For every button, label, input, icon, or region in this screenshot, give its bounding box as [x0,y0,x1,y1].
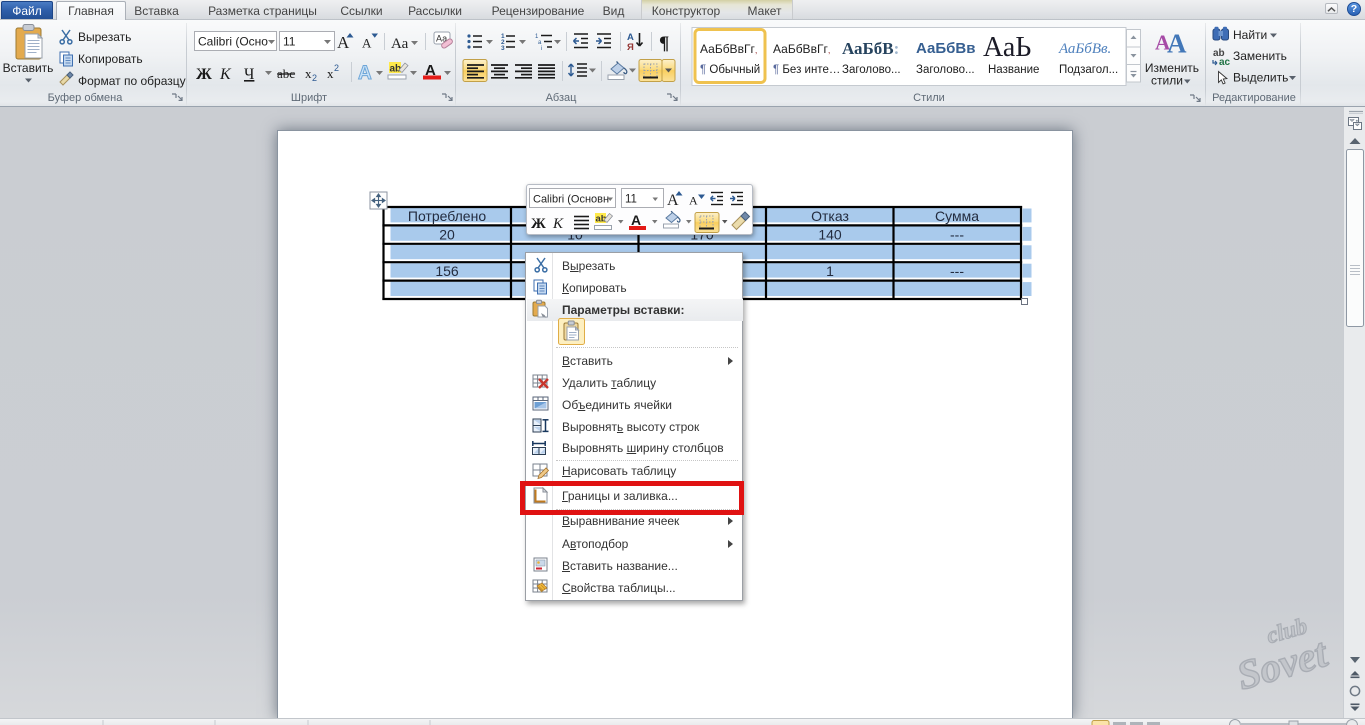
svg-text:156: 156 [435,263,459,279]
svg-text:¶ Без инте…: ¶ Без инте… [773,64,840,76]
svg-text:11: 11 [625,194,637,206]
svg-text:АаБбВв: АаБбВв [916,40,975,57]
svg-text:Заголово...: Заголово... [916,64,975,76]
svg-text:Сумма: Сумма [935,208,979,224]
svg-text:АаБбВ:: АаБбВ: [842,39,899,58]
svg-text:Формат по образцу: Формат по образцу [78,74,186,88]
svg-text:---: --- [950,263,964,279]
svg-text:Ж: Ж [196,66,212,83]
svg-text:Найти: Найти [1233,28,1267,42]
svg-text:Calibri (Осно: Calibri (Осно [198,35,268,49]
svg-text:¶: ¶ [659,33,669,54]
svg-text:2: 2 [334,63,339,73]
svg-text:АаБбВвГг,: АаБбВвГг, [773,42,830,56]
svg-text:А: А [631,212,641,228]
svg-text:¶ Обычный: ¶ Обычный [700,64,760,76]
svg-text:Потреблено: Потреблено [408,208,486,224]
svg-text:x: x [327,66,334,81]
svg-text:Заголово...: Заголово... [842,64,901,76]
svg-text:Sovet: Sovet [1232,629,1334,697]
svg-text:Отказ: Отказ [811,208,849,224]
svg-text:Вырезать: Вырезать [78,30,131,44]
svg-text:11: 11 [283,35,296,49]
svg-text:ac: ac [1219,57,1231,68]
svg-text:А: А [358,63,372,84]
svg-text:Заменить: Заменить [1233,49,1287,63]
svg-text:20: 20 [439,226,455,242]
svg-text:стили: стили [1151,74,1183,88]
svg-text:АаЬ: АаЬ [983,32,1031,63]
svg-text:Calibri (Основн: Calibri (Основн [533,194,609,206]
svg-text:Копировать: Копировать [78,52,143,66]
svg-text:АаБбВвГг,: АаБбВвГг, [700,42,757,56]
svg-text:Название: Название [988,64,1039,76]
svg-text:Вставить: Вставить [3,61,54,75]
svg-text:Выделить: Выделить [1233,71,1288,85]
svg-text:---: --- [950,226,964,242]
svg-text:А: А [362,36,372,51]
svg-text:А: А [689,194,698,208]
svg-text:А: А [1167,29,1187,59]
svg-text:Подзагол...: Подзагол... [1059,64,1118,76]
svg-text:АаБбВв.: АаБбВв. [1058,41,1111,57]
svg-text:2: 2 [312,73,317,83]
svg-text:К: К [219,66,232,83]
svg-text:К: К [552,216,564,232]
svg-text:Аа: Аа [391,36,409,52]
svg-text:abc: abc [277,66,295,81]
svg-text:i: i [541,46,542,52]
svg-text:140: 140 [818,226,842,242]
svg-text:1: 1 [826,263,834,279]
svg-text:3: 3 [501,45,505,52]
svg-text:Ж: Ж [531,216,546,232]
svg-text:Ч: Ч [244,66,254,83]
svg-text:Я: Я [627,42,634,53]
svg-text:x: x [305,66,312,81]
